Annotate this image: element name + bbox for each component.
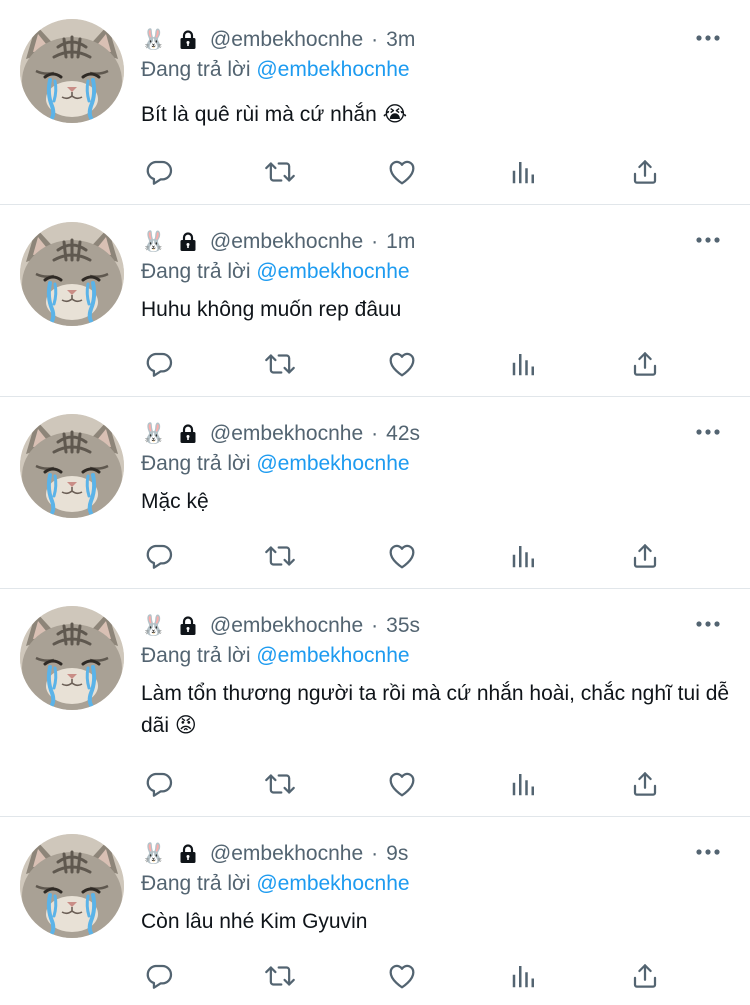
reply-context: Đang trả lời @embekhocnhe [141, 452, 410, 476]
reply-icon[interactable] [141, 538, 177, 574]
handle[interactable]: @embekhocnhe [210, 842, 363, 866]
rabbit-emoji: 🐰 [141, 423, 166, 445]
tweet-header: 🐰 @embekhocnhe · 3m [141, 25, 415, 55]
reply-prefix: Đang trả lời [141, 58, 251, 81]
avatar[interactable] [20, 222, 124, 326]
views-icon[interactable] [506, 538, 542, 574]
tweet-item[interactable]: 🐰 @embekhocnhe · 42s Đang trả lời @embek… [0, 397, 750, 589]
like-icon[interactable] [384, 538, 420, 574]
mention-link[interactable]: @embekhocnhe [256, 644, 409, 667]
tweet-header: 🐰 @embekhocnhe · 35s [141, 611, 420, 641]
reply-icon[interactable] [141, 346, 177, 382]
rabbit-emoji: 🐰 [141, 231, 166, 253]
like-icon[interactable] [384, 154, 420, 190]
reply-icon[interactable] [141, 958, 177, 994]
tweet-text: Làm tổn thương người ta rồi mà cứ nhắn h… [141, 682, 730, 737]
tweet-header: 🐰 @embekhocnhe · 9s [141, 839, 408, 869]
rabbit-emoji: 🐰 [141, 843, 166, 865]
separator-dot: · [371, 614, 379, 637]
share-icon[interactable] [627, 538, 663, 574]
tweet-actions [141, 154, 681, 190]
reply-prefix: Đang trả lời [141, 260, 251, 283]
like-icon[interactable] [384, 766, 420, 802]
retweet-icon[interactable] [262, 538, 298, 574]
more-icon[interactable] [693, 842, 723, 862]
more-icon[interactable] [693, 614, 723, 634]
tweet-item[interactable]: 🐰 @embekhocnhe · 9s Đang trả lời @embekh… [0, 817, 750, 1005]
lock-icon [176, 422, 200, 446]
handle[interactable]: @embekhocnhe [210, 28, 363, 52]
separator-dot: · [371, 230, 379, 253]
retweet-icon[interactable] [262, 766, 298, 802]
mention-link[interactable]: @embekhocnhe [256, 872, 409, 895]
tweet-text: Mặc kệ [141, 490, 209, 513]
share-icon[interactable] [627, 154, 663, 190]
mention-link[interactable]: @embekhocnhe [256, 452, 409, 475]
avatar[interactable] [20, 606, 124, 710]
tweet-text: Còn lâu nhé Kim Gyuvin [141, 910, 368, 933]
rabbit-emoji: 🐰 [141, 615, 166, 637]
share-icon[interactable] [627, 958, 663, 994]
views-icon[interactable] [506, 958, 542, 994]
reply-context: Đang trả lời @embekhocnhe [141, 644, 410, 668]
like-icon[interactable] [384, 958, 420, 994]
lock-icon [176, 230, 200, 254]
separator-dot: · [371, 28, 379, 51]
lock-icon [176, 842, 200, 866]
handle[interactable]: @embekhocnhe [210, 614, 363, 638]
handle[interactable]: @embekhocnhe [210, 230, 363, 254]
timestamp[interactable]: 42s [386, 422, 420, 446]
reply-context: Đang trả lời @embekhocnhe [141, 260, 410, 284]
timestamp[interactable]: 9s [386, 842, 408, 866]
tweet-item[interactable]: 🐰 @embekhocnhe · 3m Đang trả lời @embekh… [0, 0, 750, 205]
views-icon[interactable] [506, 766, 542, 802]
tweet-actions [141, 766, 681, 802]
avatar[interactable] [20, 834, 124, 938]
reply-prefix: Đang trả lời [141, 644, 251, 667]
handle[interactable]: @embekhocnhe [210, 422, 363, 446]
tweet-item[interactable]: 🐰 @embekhocnhe · 35s Đang trả lời @embek… [0, 589, 750, 817]
retweet-icon[interactable] [262, 958, 298, 994]
retweet-icon[interactable] [262, 346, 298, 382]
views-icon[interactable] [506, 154, 542, 190]
tweet-header: 🐰 @embekhocnhe · 42s [141, 419, 420, 449]
mention-link[interactable]: @embekhocnhe [256, 260, 409, 283]
separator-dot: · [371, 842, 379, 865]
more-icon[interactable] [693, 422, 723, 442]
tweet-header: 🐰 @embekhocnhe · 1m [141, 227, 415, 257]
rabbit-emoji: 🐰 [141, 29, 166, 51]
more-icon[interactable] [693, 28, 723, 48]
share-icon[interactable] [627, 346, 663, 382]
like-icon[interactable] [384, 346, 420, 382]
separator-dot: · [371, 422, 379, 445]
mention-link[interactable]: @embekhocnhe [256, 58, 409, 81]
views-icon[interactable] [506, 346, 542, 382]
reply-icon[interactable] [141, 766, 177, 802]
retweet-icon[interactable] [262, 154, 298, 190]
timestamp[interactable]: 35s [386, 614, 420, 638]
tweet-text: Bít là quê rùi mà cứ nhắn 😭 [141, 103, 408, 126]
reply-prefix: Đang trả lời [141, 452, 251, 475]
more-icon[interactable] [693, 230, 723, 250]
reply-prefix: Đang trả lời [141, 872, 251, 895]
share-icon[interactable] [627, 766, 663, 802]
avatar[interactable] [20, 19, 124, 123]
reply-context: Đang trả lời @embekhocnhe [141, 58, 410, 82]
tweet-actions [141, 958, 681, 994]
tweet-text: Huhu không muốn rep đâuu [141, 298, 402, 321]
timestamp[interactable]: 1m [386, 230, 415, 254]
timestamp[interactable]: 3m [386, 28, 415, 52]
avatar[interactable] [20, 414, 124, 518]
reply-context: Đang trả lời @embekhocnhe [141, 872, 410, 896]
tweet-actions [141, 346, 681, 382]
lock-icon [176, 614, 200, 638]
tweet-item[interactable]: 🐰 @embekhocnhe · 1m Đang trả lời @embekh… [0, 205, 750, 397]
tweet-actions [141, 538, 681, 574]
lock-icon [176, 28, 200, 52]
reply-icon[interactable] [141, 154, 177, 190]
